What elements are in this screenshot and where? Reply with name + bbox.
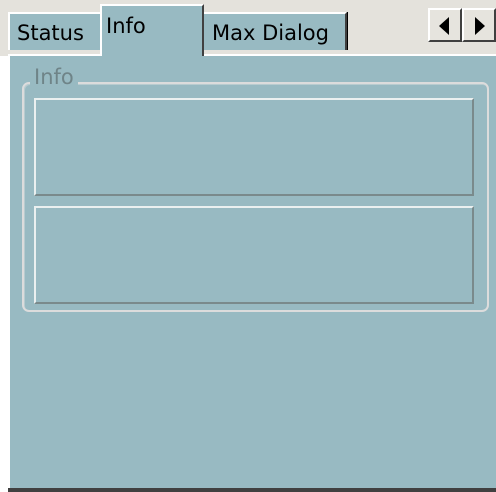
tab-max-dialog-label: Max Dialog bbox=[212, 21, 329, 45]
tab-max-dialog[interactable]: Max Dialog bbox=[204, 12, 347, 50]
tab-info-label: Info bbox=[106, 14, 146, 38]
tab-strip: Status Max Dialog Info bbox=[0, 0, 496, 56]
info-group-title: Info bbox=[30, 67, 78, 88]
tab-info[interactable]: Info bbox=[100, 4, 204, 56]
info-field-2 bbox=[34, 206, 474, 304]
tab-status-label: Status bbox=[17, 21, 84, 45]
panel-bottom-border bbox=[8, 488, 496, 492]
tab-scroll-right-button[interactable] bbox=[462, 8, 496, 42]
window: Status Max Dialog Info Info bbox=[0, 0, 496, 492]
tab-status[interactable]: Status bbox=[8, 12, 100, 50]
tab-panel-info: Info bbox=[8, 54, 496, 490]
info-field-1 bbox=[34, 98, 474, 196]
arrow-left-icon bbox=[439, 17, 449, 35]
arrow-right-icon bbox=[475, 17, 485, 35]
tab-scroll-left-button[interactable] bbox=[428, 8, 462, 42]
